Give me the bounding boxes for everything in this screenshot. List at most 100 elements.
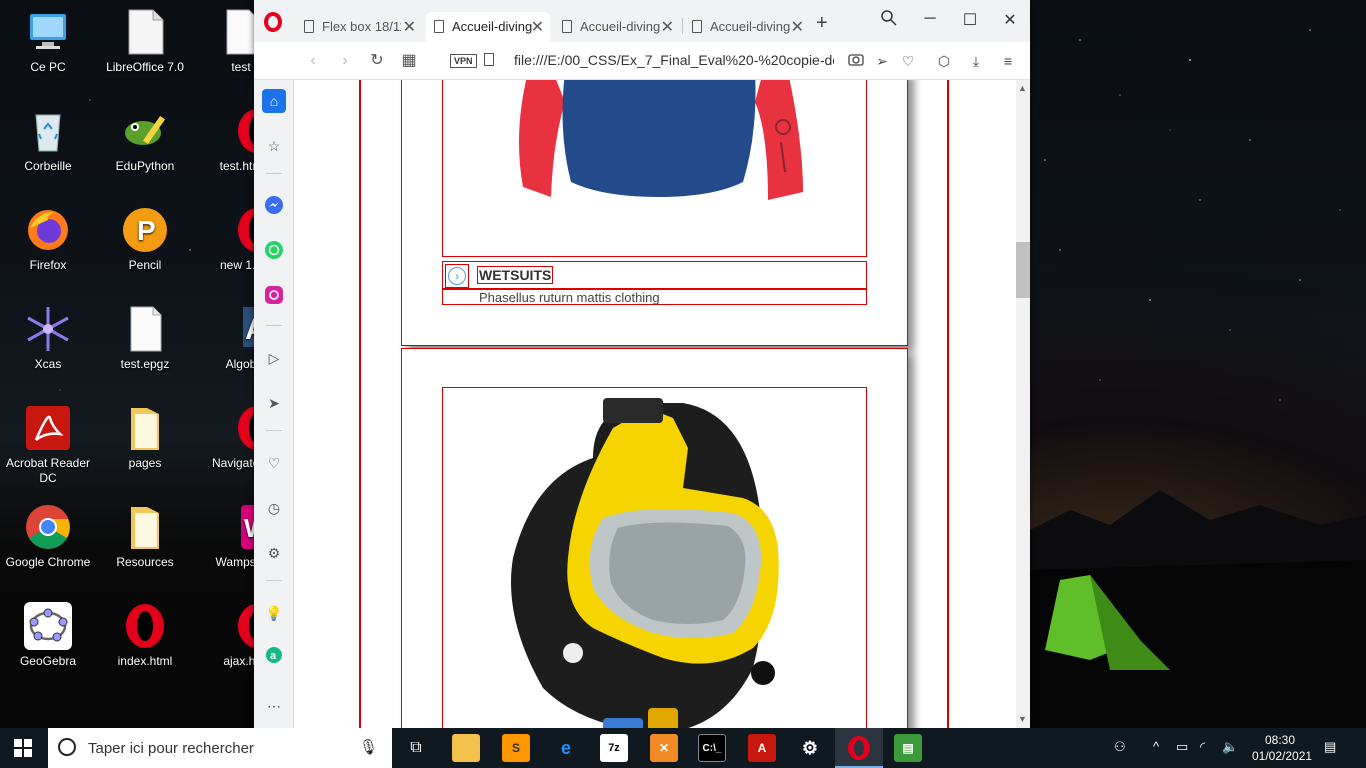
battery-icon[interactable]: ▭ [1176, 739, 1188, 755]
caption-row: › WETSUITS [442, 261, 867, 289]
close-icon[interactable]: ✕ [660, 17, 674, 37]
scroll-up-icon[interactable]: ▲ [1018, 83, 1027, 93]
wetsuit-image [519, 80, 803, 200]
opera-taskbar-icon[interactable] [845, 734, 873, 762]
task-view-icon[interactable]: ⧉ [402, 734, 430, 762]
file-explorer-icon[interactable] [452, 734, 480, 762]
page-icon [692, 20, 702, 33]
close-icon[interactable]: ✕ [400, 17, 416, 37]
snapshot-camera-icon[interactable] [846, 51, 866, 71]
minimize-icon[interactable]: ─ [915, 10, 945, 28]
desktop-icon-label: LibreOffice 7.0 [106, 60, 184, 74]
desktop-icon-pages[interactable]: pages [99, 404, 191, 471]
my-flow-send-icon[interactable]: ➤ [262, 391, 286, 415]
volume-muted-icon[interactable]: 🔈 [1222, 739, 1238, 755]
new-tab-plus-icon[interactable]: + [816, 12, 828, 35]
desktop-icon-ce-pc[interactable]: Ce PC [2, 8, 94, 75]
desktop-icon-acrobat[interactable]: Acrobat Reader DC [2, 404, 94, 486]
url-field[interactable]: file:///E:/00_CSS/Ex_7_Final_Eval%20-%20… [514, 52, 834, 68]
pencil-app-icon: P [121, 206, 169, 254]
scroll-down-icon[interactable]: ▼ [1018, 714, 1027, 724]
vpn-badge[interactable]: VPN [450, 54, 477, 68]
desktop-icon-libreoffice[interactable]: LibreOffice 7.0 [99, 8, 191, 75]
lightbulb-icon[interactable]: 💡 [262, 601, 286, 625]
people-icon[interactable]: ⚇ [1114, 739, 1126, 755]
xampp-icon[interactable]: ✕ [650, 734, 678, 762]
desktop-icon-test-epgz[interactable]: test.epgz [99, 305, 191, 372]
windows-start-icon[interactable] [14, 739, 32, 757]
whatsapp-icon[interactable] [262, 240, 286, 264]
page-info-icon[interactable] [484, 53, 494, 66]
chevron-right-icon: › [448, 267, 466, 285]
acrobat-taskbar-icon[interactable]: A [748, 734, 776, 762]
tab-bar: Flex box 18/11 ✕ Accueil-diving ✕ Accuei… [254, 0, 1030, 42]
recycle-bin-icon [24, 107, 72, 155]
heart-icon[interactable]: ♡ [898, 51, 918, 71]
taskbar-search-box[interactable]: Taper ici pour rechercher 🎙 [48, 728, 392, 768]
edge-icon[interactable]: e [552, 734, 580, 762]
scroll-thumb[interactable] [1016, 242, 1030, 298]
desktop-icon-label: Ce PC [30, 60, 66, 74]
messenger-icon[interactable] [262, 195, 286, 219]
close-window-icon[interactable]: ✕ [995, 10, 1025, 30]
tab-flex-box[interactable]: Flex box 18/11 ✕ [296, 12, 422, 42]
desktop-icon-label: Corbeille [24, 159, 72, 173]
terminal-icon[interactable]: C:\_ [698, 734, 726, 762]
description-row: Phasellus ruturn mattis clothing [442, 289, 867, 305]
back-icon[interactable]: ‹ [302, 50, 324, 72]
download-icon[interactable]: ⤓ [966, 51, 986, 71]
caption-button[interactable]: › [445, 264, 469, 288]
page-viewport: › WETSUITS Phasellus ruturn mattis cloth… [294, 80, 1016, 728]
desktop-icon-edupython[interactable]: EduPython [99, 107, 191, 174]
send-icon[interactable]: ➢ [872, 51, 892, 71]
product-card: › WETSUITS Phasellus ruturn mattis cloth… [401, 80, 908, 346]
wifi-icon[interactable]: ◜ [1200, 739, 1205, 755]
maximize-icon[interactable]: ☐ [955, 10, 985, 30]
bookmarks-heart-icon[interactable]: ♡ [262, 451, 286, 475]
show-hidden-icons-chevron[interactable]: ^ [1153, 739, 1159, 754]
aria-icon[interactable]: a [262, 646, 286, 670]
more-dots-icon[interactable]: ⋯ [262, 694, 286, 718]
search-tabs-icon[interactable] [874, 10, 904, 31]
history-clock-icon[interactable]: ◷ [262, 496, 286, 520]
player-icon[interactable]: ▷ [262, 346, 286, 370]
desktop-icon-xcas[interactable]: Xcas [2, 305, 94, 372]
easy-setup-icon[interactable]: ≡ [998, 51, 1018, 71]
desktop-icon-chrome[interactable]: Google Chrome [2, 503, 94, 570]
tab-accueil-diving-active[interactable]: Accueil-diving ✕ [426, 12, 550, 42]
7zip-icon[interactable]: 7z [600, 734, 628, 762]
tab-accueil-diving-2[interactable]: Accueil-diving ✕ [554, 12, 680, 42]
close-icon[interactable]: ✕ [790, 17, 804, 37]
desktop-icon-firefox[interactable]: Firefox [2, 206, 94, 273]
desktop-icon-label: Resources [116, 555, 174, 569]
settings-gear-taskbar-icon[interactable]: ⚙ [796, 734, 824, 762]
close-icon[interactable]: ✕ [531, 17, 544, 37]
desktop-icon-pencil[interactable]: P Pencil [99, 206, 191, 273]
home-icon[interactable]: ⌂ [262, 89, 286, 113]
desktop-icon-resources[interactable]: Resources [99, 503, 191, 570]
desktop-icon-geogebra[interactable]: GeoGebra [2, 602, 94, 669]
vertical-scrollbar[interactable]: ▲ ▼ [1016, 80, 1030, 728]
instagram-icon[interactable] [262, 285, 286, 309]
product-description: Phasellus ruturn mattis clothing [479, 290, 660, 305]
speed-dial-icon[interactable]: ☆ [262, 134, 286, 158]
chrome-icon [24, 503, 72, 551]
microphone-icon[interactable]: 🎙 [359, 738, 378, 756]
sublime-text-icon[interactable]: S [502, 734, 530, 762]
settings-gear-icon[interactable]: ⚙ [262, 541, 286, 565]
sidebar-divider [266, 173, 282, 174]
opera-icon [121, 602, 169, 650]
forward-icon[interactable]: › [334, 50, 356, 72]
clock-date: 01/02/2021 [1252, 749, 1313, 763]
extensions-cube-icon[interactable]: ⬡ [934, 51, 954, 71]
reload-icon[interactable]: ↻ [366, 50, 388, 72]
system-clock[interactable]: 08:30 01/02/2021 [1252, 732, 1313, 764]
speed-dial-grid-icon[interactable]: ▦ [398, 50, 420, 72]
opera-menu-icon[interactable] [264, 12, 282, 32]
notifications-icon[interactable]: ▤ [1324, 739, 1336, 755]
desktop-icon-index-html[interactable]: index.html [99, 602, 191, 669]
libreoffice-calc-icon[interactable]: ▤ [894, 734, 922, 762]
tab-accueil-diving-3[interactable]: Accueil-diving ✕ [684, 12, 810, 42]
xcas-snowflake-icon [24, 305, 72, 353]
desktop-icon-recycle-bin[interactable]: Corbeille [2, 107, 94, 174]
